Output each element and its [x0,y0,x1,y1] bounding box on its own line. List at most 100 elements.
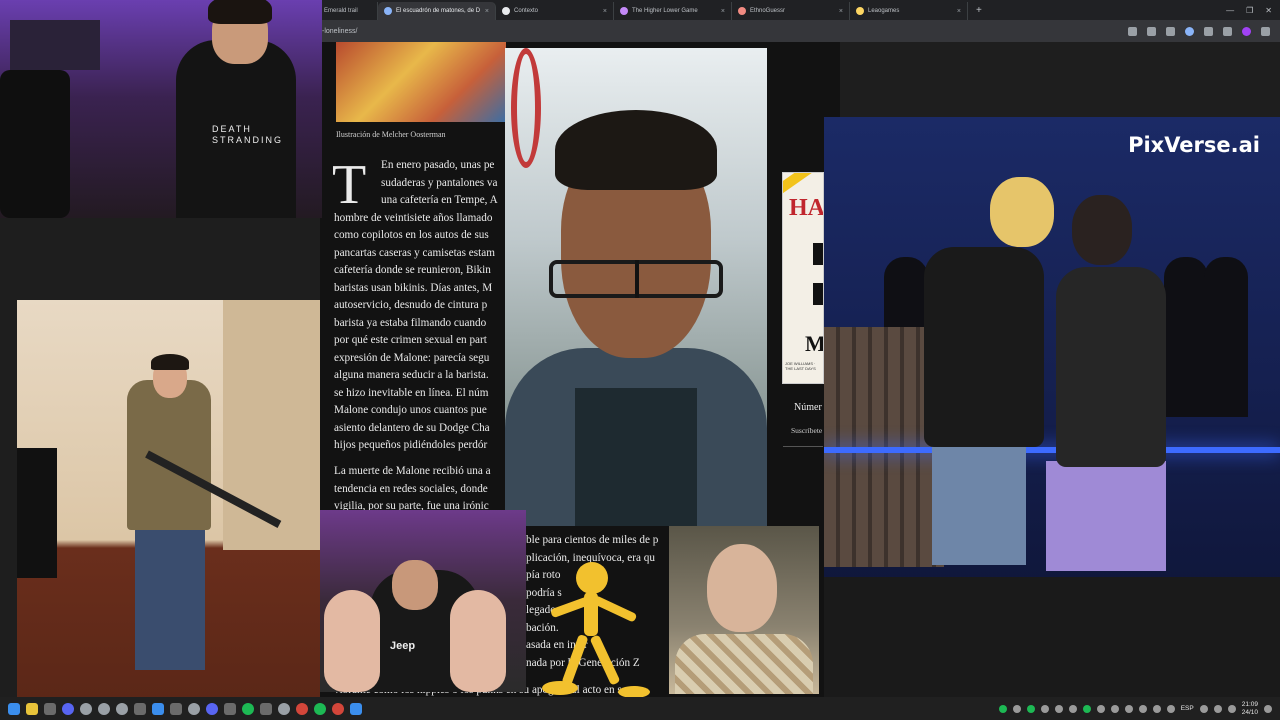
app-icon[interactable] [98,702,110,715]
chrome-icon[interactable] [332,702,344,715]
tray-icon[interactable] [1054,704,1063,713]
maximize-button[interactable]: ❐ [1246,6,1253,15]
close-icon[interactable]: × [485,8,489,15]
battery-icon[interactable] [1227,704,1236,713]
app-icon[interactable] [260,702,272,715]
extension-icon[interactable] [1185,26,1194,36]
text-line: sudaderas y pantalones va [381,176,498,189]
stage-light [824,447,1280,453]
discord-icon[interactable] [206,702,218,715]
app-icon[interactable] [152,702,164,715]
denim-shorts [932,435,1026,565]
windows-start-icon[interactable] [8,702,20,715]
close-icon[interactable]: × [603,8,607,15]
tab-emerald-trail[interactable]: Emerald trail [318,2,378,20]
extensions-puzzle-icon[interactable] [1204,26,1213,36]
illustration-caption: Ilustración de Melcher Oosterman [336,130,446,139]
browser-tab-bar: Emerald trail El escuadrón de matones, d… [318,0,1280,20]
tray-icon[interactable] [1040,704,1049,713]
text-line: por qué este crimen sexual en part [334,334,487,346]
bald-man-photo [669,526,819,694]
url-input[interactable]: -loneliness/ [318,28,357,35]
tray-icon[interactable] [998,704,1007,713]
text-line: ble para cientos de miles de p [526,534,659,546]
profile-avatar[interactable] [1242,26,1251,36]
text-line: autoservicio, desnudo de cintura p [334,299,488,311]
tab-label: Leaogames [868,8,900,14]
tray-icon[interactable] [1152,704,1161,713]
search-icon[interactable] [44,702,56,715]
text-line: barista ya estaba filmando cuando [334,316,487,329]
text-line: tendencia en redes sociales, donde [334,482,488,495]
tab-higher-lower[interactable]: The Higher Lower Game × [614,2,732,20]
tray-icon[interactable] [1166,704,1175,713]
app-icon[interactable] [242,702,254,715]
paragraph-1: En enero pasado, unas pe sudaderas y pan… [334,157,498,455]
camo-shorts [1046,461,1166,571]
close-icon[interactable]: × [839,8,843,15]
tray-icon[interactable] [1124,704,1133,713]
tray-icon[interactable] [1138,704,1147,713]
app-icon[interactable] [350,702,362,715]
spotify-icon[interactable] [314,702,326,715]
tab-label: Emerald trail [324,8,358,14]
tab-contexto[interactable]: Contexto × [496,2,614,20]
hair [555,110,717,190]
tray-icon[interactable] [1012,704,1021,713]
tab-label: Contexto [514,8,539,14]
close-window-button[interactable]: ✕ [1265,6,1272,15]
obs-icon[interactable] [278,702,290,715]
left-foot [324,590,380,692]
language-indicator[interactable]: ESP [1181,705,1194,712]
notifications-icon[interactable] [1264,704,1272,713]
text-line: En enero pasado, unas pe [381,159,495,171]
app-icon[interactable] [134,702,146,715]
subscribe-link[interactable]: Suscríbete [791,426,822,435]
file-explorer-icon[interactable] [26,702,38,715]
close-icon[interactable]: × [957,8,961,15]
text-line: pancartas caseras y camisetas estam [334,246,495,259]
tray-icon[interactable] [1082,704,1091,713]
minimize-button[interactable]: — [1226,6,1234,15]
tray-icon[interactable] [1110,704,1119,713]
close-icon[interactable]: × [721,8,725,15]
book-cover[interactable]: HA M JOE WILLIAMS · THE LAST DAYS [782,172,824,384]
tab-article[interactable]: El escuadrón de matones, de D × [378,2,496,20]
window-controls: — ❐ ✕ [1226,6,1280,15]
pixverse-video: PixVerse.ai [824,117,1280,697]
clock[interactable]: 21:09 24/10 [1242,701,1258,717]
t-shirt [575,388,697,526]
webcam-feet: Jeep [320,510,526,692]
divider [783,446,823,447]
app-icon[interactable] [116,702,128,715]
tray-icon[interactable] [1096,704,1105,713]
paragraph-2: La muerte de Malone recibió una a tenden… [334,463,491,516]
wifi-icon[interactable] [1199,704,1208,713]
steam-icon[interactable] [170,702,182,715]
app-icon[interactable] [188,702,200,715]
tray-icon[interactable] [1026,704,1035,713]
tab-leaogames[interactable]: Leaogames × [850,2,968,20]
article-illustration [336,42,506,122]
text-line: hombre de veintisiete años llamado [334,211,493,224]
key-icon[interactable] [1166,26,1175,36]
text-line: como copilotos en los autos de sus [334,229,489,241]
translate-icon[interactable] [1128,26,1137,36]
menu-icon[interactable] [1261,26,1270,36]
tiktok-icon[interactable] [224,702,236,715]
ethnoguessr-icon [738,7,746,15]
blond-head [990,177,1054,247]
system-tray: ESP 21:09 24/10 [998,701,1280,717]
tray-icon[interactable] [1068,704,1077,713]
text-line: baristas usan bikinis. Días antes, M [334,281,493,294]
app-icon[interactable] [296,702,308,715]
app-icon[interactable] [80,702,92,715]
bookmark-star-icon[interactable] [1147,26,1156,36]
soldier-hair [151,354,189,370]
new-tab-button[interactable]: + [968,5,990,16]
app-icon[interactable] [62,702,74,715]
book-title-bottom: M [805,331,824,356]
tab-ethnoguessr[interactable]: EthnoGuessr × [732,2,850,20]
bookmarks-icon[interactable] [1223,26,1232,36]
volume-icon[interactable] [1213,704,1222,713]
